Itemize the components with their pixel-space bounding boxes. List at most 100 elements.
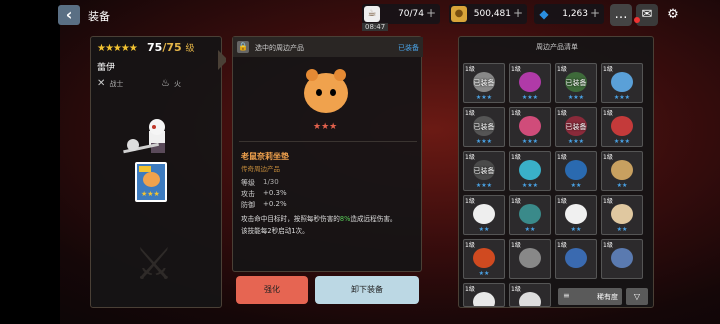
item-level-tag: 1级 (465, 110, 475, 117)
stamina-timer: 08:47 (362, 23, 389, 31)
item-art (565, 204, 587, 224)
upgrade-button[interactable]: 强化 (236, 276, 308, 304)
item-art (611, 72, 633, 92)
item-stars: ★★ (478, 226, 490, 233)
item-card[interactable]: 1级 已装备 ★★★ (463, 63, 505, 103)
item-level-tag: 1级 (465, 198, 475, 205)
gear-icon[interactable]: ⚙ (662, 4, 684, 26)
skill-description: 攻击命中目标时，按照每秒伤害的8%造成远程伤害。 该技能每2秒启动1次。 (241, 215, 397, 235)
element-badge: ♨ 火 (161, 78, 181, 89)
chevron-right-icon (218, 50, 228, 70)
item-stars: ★★★ (613, 94, 631, 101)
item-stars: ★★★ (613, 138, 631, 145)
item-art (519, 116, 541, 136)
filter-toggle[interactable]: ▽ (626, 288, 648, 305)
equipped-status: 已装备 (398, 44, 419, 52)
item-card[interactable]: 1级 ★★★ (509, 151, 551, 191)
gem-counter[interactable]: ◆ 1,263 + (534, 4, 604, 24)
item-card[interactable]: 1级 (509, 283, 551, 307)
add-stamina-icon[interactable]: + (426, 6, 436, 20)
item-level-tag: 1级 (465, 154, 475, 161)
item-card[interactable]: 1级 已装备 ★★★ (555, 63, 597, 103)
character-name: 蕾伊 (97, 63, 116, 73)
item-stars: ★★★ (313, 122, 338, 132)
equipped-tag: 已装备 (473, 79, 495, 87)
character-level: 75/75 级 (147, 41, 195, 54)
hamster-cushion-image (304, 69, 348, 113)
add-gem-icon[interactable]: + (590, 6, 600, 20)
item-list-panel: 周边产品清单 1级 已装备 ★★★ 1级 ★★★ 1级 已装备 ★★★ 1级 ★★★ 1级 已装备 ★★… (458, 36, 654, 308)
item-card[interactable]: 1级 ★★ (555, 151, 597, 191)
item-stars: ★★ (570, 226, 582, 233)
item-level-tag: 1级 (557, 242, 567, 249)
equipped-tag: 已装备 (473, 123, 495, 131)
item-card[interactable]: 1级 ★★ (463, 195, 505, 235)
item-stars: ★★★ (521, 94, 539, 101)
item-level-tag: 1级 (603, 198, 613, 205)
item-level-tag: 1级 (465, 242, 475, 249)
unequip-button[interactable]: 卸下装备 (315, 276, 419, 304)
item-level-tag: 1级 (511, 154, 521, 161)
stamina-counter[interactable]: ☕ 70/74 + 08:47 (362, 4, 440, 31)
item-level-tag: 1级 (511, 242, 521, 249)
character-stars: ★★★★★ (97, 43, 138, 54)
item-level-tag: 1级 (465, 66, 475, 73)
item-level-tag: 1级 (557, 110, 567, 117)
sort-dropdown[interactable]: ≡ 稀有度 (558, 288, 622, 305)
character-panel: ★★★★★ 75/75 级 蕾伊 ✕ 战士 ♨ 火 ★★★ ⚔ (90, 36, 222, 308)
item-stars: ★★★ (521, 138, 539, 145)
coin-icon: ● (451, 6, 467, 22)
item-card[interactable]: 1级 (555, 239, 597, 279)
item-stars: ★★★ (475, 138, 493, 145)
item-level-tag: 1级 (511, 110, 521, 117)
item-stars: ★★★ (521, 182, 539, 189)
screen-edge (0, 0, 60, 324)
gold-counter[interactable]: ● 500,481 + (449, 4, 527, 24)
item-card[interactable]: 1级 ★★ (463, 239, 505, 279)
item-card[interactable]: 1级 (509, 239, 551, 279)
top-bar: ‹ 装备 ☕ 70/74 + 08:47 ● 500,481 + ◆ 1,263… (0, 0, 720, 31)
item-card[interactable]: 1级已装备 ★★★ (463, 107, 505, 147)
item-stars: ★★★ (475, 182, 493, 189)
item-art (519, 160, 541, 180)
item-card[interactable]: 1级 ★★★ (509, 63, 551, 103)
item-card[interactable]: 1级已装备 ★★★ (463, 151, 505, 191)
item-art (519, 72, 541, 92)
item-detail-panel: 🔒 选中的周边产品 已装备 ★★★ 老鼠奈莉坐垫 传奇周边产品 等级 1/30 攻… (232, 36, 423, 272)
lock-icon[interactable]: 🔒 (237, 41, 249, 53)
list-title: 周边产品清单 (536, 43, 578, 51)
item-level-tag: 1级 (557, 66, 567, 73)
item-card[interactable]: 1级 ★★ (601, 151, 643, 191)
item-level-tag: 1级 (603, 154, 613, 161)
item-art (611, 248, 633, 268)
item-level-tag: 1级 (511, 198, 521, 205)
slot-item-art (143, 172, 160, 187)
back-button[interactable]: ‹ (58, 5, 80, 25)
chat-icon[interactable]: … (610, 4, 632, 26)
item-card[interactable]: 1级 ★★★ (601, 107, 643, 147)
equipped-tag: 已装备 (473, 167, 495, 175)
item-art (611, 204, 633, 224)
item-card[interactable]: 1级 ★★ (555, 195, 597, 235)
item-art (519, 204, 541, 224)
equipped-tag: 已装备 (565, 123, 587, 131)
item-card[interactable]: 1级 ★★★ (601, 63, 643, 103)
item-art (611, 160, 633, 180)
item-card[interactable]: 1级 (463, 283, 505, 307)
item-card[interactable]: 1级 (601, 239, 643, 279)
item-card[interactable]: 1级已装备 ★★★ (555, 107, 597, 147)
divider (239, 141, 417, 142)
item-stars: ★★ (570, 182, 582, 189)
item-art (473, 204, 495, 224)
item-art (565, 248, 587, 268)
add-gold-icon[interactable]: + (513, 6, 523, 20)
item-card[interactable]: 1级 ★★ (509, 195, 551, 235)
sort-icon: ≡ (563, 291, 570, 300)
item-art (519, 292, 541, 306)
mail-icon[interactable]: ✉ (636, 4, 658, 26)
item-stars: ★★★ (567, 138, 585, 145)
item-card[interactable]: 1级 ★★ (601, 195, 643, 235)
equipped-slot[interactable]: ★★★ (135, 162, 167, 202)
item-stars: ★★ (478, 270, 490, 277)
item-card[interactable]: 1级 ★★★ (509, 107, 551, 147)
